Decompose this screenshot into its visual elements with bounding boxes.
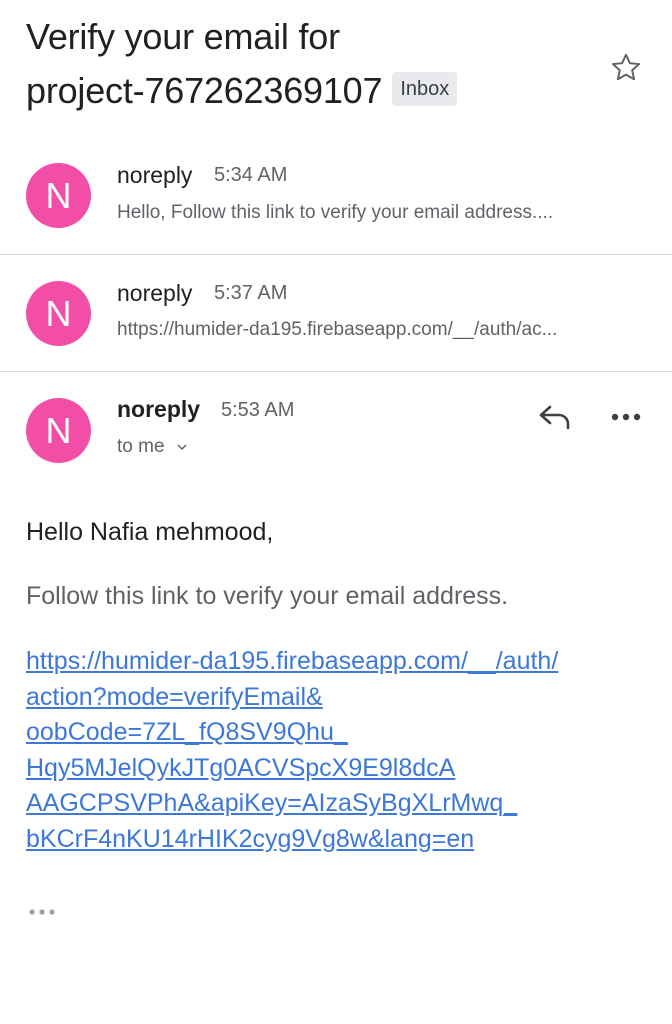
message-time: 5:34 AM bbox=[214, 164, 288, 186]
subject-line-2: project-767262369107 Inbox bbox=[26, 64, 586, 118]
link-line: Hqy5MJelQykJTg0ACVSpcX9E9l8dcA bbox=[26, 753, 456, 782]
star-icon[interactable] bbox=[608, 50, 644, 86]
avatar: N bbox=[26, 163, 91, 228]
inbox-label-badge[interactable]: Inbox bbox=[392, 72, 458, 107]
message-snippet: Hello, Follow this link to verify your e… bbox=[117, 202, 554, 223]
email-body-text: Follow this link to verify your email ad… bbox=[26, 582, 509, 610]
email-greeting: Hello Nafia mehmood, bbox=[26, 518, 274, 546]
link-line: AAGCPSVPhA&apiKey=AIzaSyBgXLrMwq_ bbox=[26, 789, 518, 817]
avatar[interactable]: N bbox=[26, 398, 91, 463]
sender-name: noreply bbox=[117, 162, 193, 188]
recipient-label: to me bbox=[117, 436, 165, 457]
reply-icon[interactable] bbox=[538, 402, 572, 432]
more-options-icon[interactable] bbox=[610, 410, 642, 424]
divider bbox=[0, 254, 672, 255]
divider bbox=[0, 371, 672, 372]
show-trimmed-content-icon[interactable] bbox=[28, 906, 58, 918]
link-line: bKCrF4nKU14rHIK2cyg9Vg8w&lang=en bbox=[26, 824, 475, 853]
email-subject: Verify your email for project-7672623691… bbox=[26, 10, 586, 118]
recipient-details-toggle[interactable]: to me bbox=[117, 436, 188, 458]
sender-name: noreply bbox=[117, 396, 201, 422]
link-line: action?mode=verifyEmail& bbox=[26, 682, 323, 711]
link-line: oobCode=7ZL_fQ8SV9Qhu_ bbox=[26, 718, 348, 746]
avatar: N bbox=[26, 281, 91, 346]
verification-link[interactable]: https://humider-da195.firebaseapp.com/__… bbox=[26, 644, 646, 857]
message-time: 5:37 AM bbox=[214, 282, 288, 304]
chevron-down-icon bbox=[177, 444, 187, 451]
message-snippet: https://humider-da195.firebaseapp.com/__… bbox=[117, 319, 558, 340]
link-line: https://humider-da195.firebaseapp.com/__… bbox=[26, 647, 559, 675]
sender-name: noreply bbox=[117, 280, 193, 306]
subject-line-2-text: project-767262369107 bbox=[26, 70, 383, 111]
subject-line-1: Verify your email for bbox=[26, 16, 340, 57]
message-time: 5:53 AM bbox=[221, 399, 295, 421]
